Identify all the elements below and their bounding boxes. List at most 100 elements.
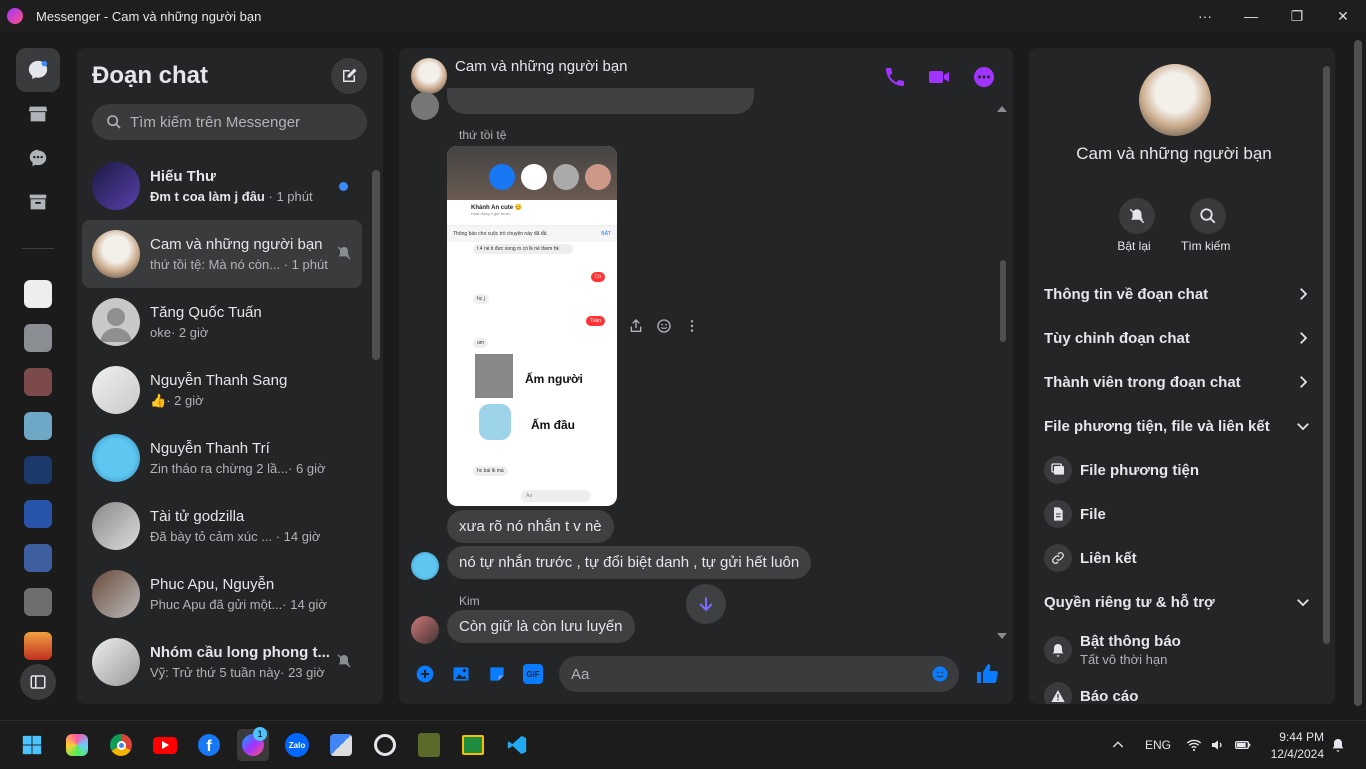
conversation-item-selected[interactable]: Cam và những người bạn thứ tồi tệ: Mà nó…: [82, 220, 362, 288]
image-contact-name: Khánh An cute 😊: [471, 205, 523, 211]
scroll-down-arrow[interactable]: [997, 633, 1007, 639]
notification-center-button[interactable]: [1330, 721, 1346, 769]
gif-icon[interactable]: GIF: [523, 664, 543, 684]
row-label: Thành viên trong đoạn chat: [1044, 373, 1241, 391]
group-name: Cam và những người bạn: [1076, 144, 1272, 163]
unread-dot: [339, 182, 348, 191]
files-item[interactable]: File: [1044, 494, 1304, 534]
youtube-taskbar-icon[interactable]: [149, 729, 181, 761]
message-bubble[interactable]: Còn giữ là còn lưu luyến: [447, 610, 635, 643]
marketplace-nav-button[interactable]: [16, 92, 60, 136]
close-button[interactable]: ✕: [1320, 0, 1366, 32]
community-thumbnail[interactable]: [24, 412, 52, 440]
conversation-info-icon[interactable]: [972, 65, 996, 89]
community-thumbnail[interactable]: [24, 324, 52, 352]
zalo-taskbar-icon[interactable]: Zalo: [281, 729, 313, 761]
conversation-item[interactable]: Phuc Apu, Nguyễn Phuc Apu đã gửi một...·…: [82, 560, 362, 628]
image-sticker: [475, 354, 513, 398]
shared-image[interactable]: Khánh An cute 😊 Hoạt động 9 giờ trước Th…: [447, 146, 617, 506]
info-scrollbar[interactable]: [1323, 66, 1330, 644]
video-call-icon[interactable]: [927, 65, 951, 89]
language-indicator[interactable]: ENG: [1145, 721, 1171, 769]
community-thumbnail[interactable]: [24, 500, 52, 528]
maximize-button[interactable]: ❐: [1274, 0, 1320, 32]
requests-nav-button[interactable]: [16, 136, 60, 180]
muted-bell-icon: [337, 246, 351, 260]
sticker-icon[interactable]: [487, 664, 507, 684]
chat-info-panel: Cam và những người bạn Bật lại Tìm kiếm …: [1029, 48, 1335, 704]
chat-title[interactable]: Cam và những người bạn: [455, 58, 628, 75]
plus-circle-icon[interactable]: [415, 664, 435, 684]
react-smiley-icon[interactable]: [656, 318, 672, 334]
messenger-app-icon: [7, 8, 23, 24]
community-thumbnail[interactable]: [24, 544, 52, 572]
share-icon[interactable]: [628, 318, 644, 334]
conversation-item[interactable]: Hiếu Thư Đm t coa làm j đâu · 1 phút: [82, 152, 362, 220]
toggle-sidebar-button[interactable]: [20, 664, 56, 700]
classroom-taskbar-icon[interactable]: [457, 729, 489, 761]
message-input-box[interactable]: [559, 656, 959, 692]
conversation-item[interactable]: Tài tử godzilla Đã bày tỏ cảm xúc ... · …: [82, 492, 362, 560]
list-scrollbar[interactable]: [372, 170, 380, 360]
clock[interactable]: 9:44 PM 12/4/2024: [1268, 721, 1324, 769]
community-thumbnail[interactable]: [24, 588, 52, 616]
window-scrollbar[interactable]: [1354, 40, 1362, 706]
copilot-taskbar-icon[interactable]: [61, 729, 93, 761]
row-label: Liên kết: [1080, 549, 1137, 567]
archive-nav-button[interactable]: [16, 180, 60, 224]
search-box[interactable]: [92, 104, 367, 140]
vscode-taskbar-icon[interactable]: [501, 729, 533, 761]
start-button[interactable]: [16, 729, 48, 761]
chrome-taskbar-icon[interactable]: [105, 729, 137, 761]
conversation-item[interactable]: Nhóm cầu long phong t... Vỹ: Trử thứ 5 t…: [82, 628, 362, 696]
search-in-chat-action[interactable]: Tìm kiếm: [1181, 198, 1230, 253]
chat-scrollbar[interactable]: [1000, 260, 1006, 342]
chatgpt-taskbar-icon[interactable]: [369, 729, 401, 761]
scroll-to-bottom-button[interactable]: [686, 584, 726, 624]
members-row[interactable]: Thành viên trong đoạn chat: [1044, 362, 1308, 402]
privacy-support-row[interactable]: Quyền riêng tư & hỗ trợ: [1044, 582, 1309, 622]
image-status-strip: [447, 146, 617, 200]
chats-nav-button[interactable]: [16, 48, 60, 92]
translate-taskbar-icon[interactable]: [325, 729, 357, 761]
community-thumbnail[interactable]: [24, 368, 52, 396]
image-icon[interactable]: [451, 664, 471, 684]
conversation-time: · 14 giờ: [275, 529, 321, 544]
community-thumbnail[interactable]: [24, 280, 52, 308]
message-bubble[interactable]: xưa rõ nó nhắn t v nè: [447, 510, 614, 543]
tray-overflow[interactable]: [1110, 721, 1126, 769]
more-options-icon[interactable]: ···: [1182, 0, 1228, 32]
page-title: Đoạn chat: [92, 62, 209, 89]
chat-avatar[interactable]: [411, 58, 447, 94]
unmute-action[interactable]: Bật lại: [1117, 198, 1157, 253]
conversation-name: Cam và những người bạn: [150, 236, 323, 253]
chat-info-row[interactable]: Thông tin về đoạn chat: [1044, 274, 1308, 314]
messenger-taskbar-icon[interactable]: 1: [237, 727, 269, 761]
message-input[interactable]: [571, 665, 911, 683]
thumbs-up-icon[interactable]: [975, 662, 999, 686]
clock-time: 9:44 PM: [1279, 729, 1324, 744]
customize-chat-row[interactable]: Tùy chỉnh đoạn chat: [1044, 318, 1308, 358]
report-item[interactable]: Báo cáo: [1044, 676, 1304, 704]
voice-call-icon[interactable]: [883, 65, 907, 89]
community-thumbnail[interactable]: [24, 456, 52, 484]
new-message-button[interactable]: [331, 58, 367, 94]
search-input[interactable]: [130, 113, 350, 131]
media-files-row[interactable]: File phương tiện, file và liên kết: [1044, 406, 1309, 446]
game-taskbar-icon[interactable]: [413, 729, 445, 761]
taskbar: f 1 Zalo ENG 9:44 PM 12/4/2024: [0, 720, 1366, 768]
conversation-item[interactable]: Tăng Quốc Tuấn oke· 2 giờ: [82, 288, 362, 356]
facebook-taskbar-icon[interactable]: f: [193, 729, 225, 761]
conversation-item[interactable]: Nguyễn Thanh Trí Zin tháo ra chừng 2 lầ.…: [82, 424, 362, 492]
community-thumbnail[interactable]: [24, 632, 52, 660]
scroll-up-arrow[interactable]: [997, 106, 1007, 112]
minimize-button[interactable]: —: [1228, 0, 1274, 32]
emoji-icon[interactable]: [931, 665, 949, 683]
notifications-item[interactable]: Bật thông báo Tất vô thời hạn: [1044, 628, 1304, 672]
links-item[interactable]: Liên kết: [1044, 538, 1304, 578]
system-tray-icons[interactable]: [1186, 721, 1252, 769]
message-bubble[interactable]: nó tự nhắn trước , tự đổi biệt danh , tự…: [447, 546, 812, 579]
conversation-item[interactable]: Nguyễn Thanh Sang 👍· 2 giờ: [82, 356, 362, 424]
media-item[interactable]: File phương tiện: [1044, 450, 1304, 490]
more-vertical-icon[interactable]: [684, 318, 700, 334]
